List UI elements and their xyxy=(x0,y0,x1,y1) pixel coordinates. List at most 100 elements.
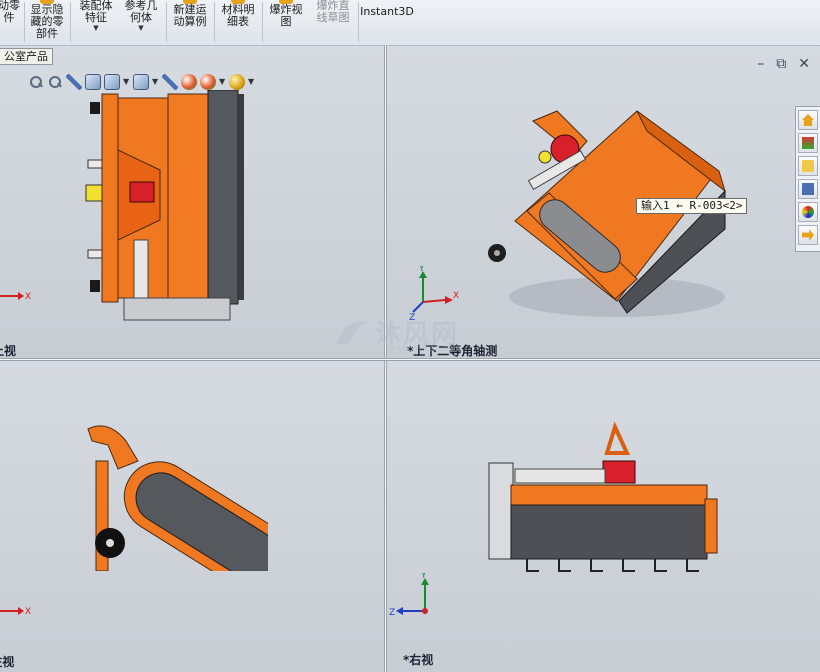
part xyxy=(538,150,552,164)
move-component-button[interactable]: 动零 件 xyxy=(0,0,22,45)
pto-shaft xyxy=(133,239,149,301)
axis-arrow xyxy=(18,292,24,300)
restore-icon[interactable]: ⧉ xyxy=(776,56,786,72)
mate-tooltip: 输入1 ← R-003<2> xyxy=(636,198,748,214)
model-isometric-view[interactable] xyxy=(487,101,737,331)
rotor-drum xyxy=(207,90,239,305)
logo-shape xyxy=(336,321,368,344)
part xyxy=(90,102,100,114)
resources-icon[interactable] xyxy=(798,133,818,153)
instant3d-button[interactable]: Instant3D xyxy=(360,0,414,45)
side-panel xyxy=(488,462,514,560)
zoom-to-area-icon[interactable] xyxy=(47,74,63,90)
hood xyxy=(167,93,209,303)
explode-line-sketch-label: 爆炸直 线草图 xyxy=(316,0,350,24)
bill-of-materials-button[interactable]: 材料明 细表 xyxy=(216,0,260,45)
coordinate-triad: X xyxy=(0,292,31,302)
instant3d-label: Instant3D xyxy=(360,5,414,18)
ribbon-separator xyxy=(166,2,167,42)
triad-x-label: X xyxy=(453,291,459,301)
chevron-down-icon[interactable]: ▼ xyxy=(120,24,162,32)
view-orientation-icon[interactable] xyxy=(104,74,120,90)
chevron-down-icon[interactable]: ▼ xyxy=(74,24,118,32)
command-manager-ribbon: 动零 件 显示隐 藏的零 部件 装配体 特征 ▼ 参考几 何体 ▼ 新建运 动算… xyxy=(0,0,820,46)
triad-y-label: Y xyxy=(418,266,425,274)
appearances-icon[interactable] xyxy=(798,202,818,222)
ribbon-separator xyxy=(358,2,359,42)
rotor-drum xyxy=(510,504,708,560)
assembly-features-button[interactable]: 装配体 特征 ▼ xyxy=(74,0,118,45)
folder-icon[interactable] xyxy=(798,156,818,176)
assembly-features-label: 装配体 特征 xyxy=(79,0,113,24)
viewport-right[interactable]: Y Z *右视 xyxy=(387,361,820,672)
viewport-label: *右视 xyxy=(403,653,434,667)
three-point-hitch xyxy=(604,421,631,455)
task-pane-tabs xyxy=(795,106,820,252)
minimize-icon[interactable]: – xyxy=(757,56,764,72)
side-plate xyxy=(704,498,718,554)
ribbon-separator xyxy=(70,2,71,42)
tines xyxy=(526,559,699,572)
custom-properties-icon[interactable] xyxy=(798,225,818,245)
reference-geometry-button[interactable]: 参考几 何体 ▼ xyxy=(120,0,162,45)
frame-rail xyxy=(101,93,119,303)
axis-arrow xyxy=(18,607,24,615)
triad-z-label: Z xyxy=(389,608,395,618)
viewport-left[interactable]: X *左视 xyxy=(0,361,384,672)
triad-y-label: Y xyxy=(420,573,427,581)
watermark-url: www.mfcad.com xyxy=(388,344,463,354)
apply-scene-icon[interactable] xyxy=(200,74,216,90)
coordinate-triad: X xyxy=(0,607,31,617)
close-icon[interactable]: ✕ xyxy=(798,56,810,72)
axis-origin xyxy=(422,608,428,614)
model-tab[interactable]: 公室产品 xyxy=(0,48,53,65)
previous-view-icon[interactable] xyxy=(66,74,82,90)
viewport-window-controls: – ⧉ ✕ xyxy=(757,56,810,72)
hide-show-items-icon[interactable] xyxy=(162,74,178,90)
view-settings-icon[interactable] xyxy=(229,74,245,90)
ribbon-separator xyxy=(24,2,25,42)
viewport-splitter-horizontal[interactable] xyxy=(0,358,820,361)
wheel-hub xyxy=(494,250,500,256)
watermark-logo xyxy=(336,321,368,344)
model-right-view[interactable] xyxy=(485,421,730,581)
skid xyxy=(123,297,231,321)
triad-x-label: X xyxy=(25,607,31,617)
triad-x-label: X xyxy=(25,292,31,302)
part xyxy=(238,94,244,300)
display-style-icon[interactable] xyxy=(133,74,149,90)
tine xyxy=(558,559,571,572)
section-view-icon[interactable] xyxy=(85,74,101,90)
show-hidden-components-button[interactable]: 显示隐 藏的零 部件 xyxy=(26,0,68,45)
hood xyxy=(510,484,708,506)
part xyxy=(90,280,100,292)
axis-arrow xyxy=(445,296,453,304)
new-motion-study-button[interactable]: 新建运 动算例 xyxy=(168,0,212,45)
pto-shaft xyxy=(514,468,606,484)
home-icon[interactable] xyxy=(798,110,818,130)
bill-of-materials-label: 材料明 细表 xyxy=(221,3,255,28)
ribbon-separator xyxy=(214,2,215,42)
model-left-view[interactable] xyxy=(78,421,268,571)
show-hidden-label: 显示隐 藏的零 部件 xyxy=(30,3,64,40)
tine xyxy=(590,559,603,572)
zoom-to-fit-icon[interactable] xyxy=(28,74,44,90)
model-top-view[interactable] xyxy=(80,90,250,322)
exploded-view-button[interactable]: 爆炸视 图 xyxy=(264,0,308,45)
edit-appearance-icon[interactable] xyxy=(181,74,197,90)
view-palette-icon[interactable] xyxy=(798,179,818,199)
axis-line xyxy=(422,299,446,303)
viewport-top[interactable]: ▼ ▼ ▼ ▼ X 上视 xyxy=(0,46,384,358)
viewport-label: *左视 xyxy=(0,655,15,669)
reference-geometry-label: 参考几 何体 xyxy=(124,0,158,24)
wheel-hub xyxy=(106,539,114,547)
axis-line xyxy=(412,301,424,313)
tine xyxy=(526,559,539,572)
new-motion-study-label: 新建运 动算例 xyxy=(173,3,207,28)
axis-arrow xyxy=(396,607,403,615)
ribbon-separator xyxy=(262,2,263,42)
coordinate-triad: Y Z xyxy=(389,573,429,618)
watermark: 沐风网 www.mfcad.com xyxy=(330,312,500,356)
explode-line-sketch-button[interactable]: 爆炸直 线草图 xyxy=(310,0,356,45)
exploded-view-label: 爆炸视 图 xyxy=(269,3,303,28)
